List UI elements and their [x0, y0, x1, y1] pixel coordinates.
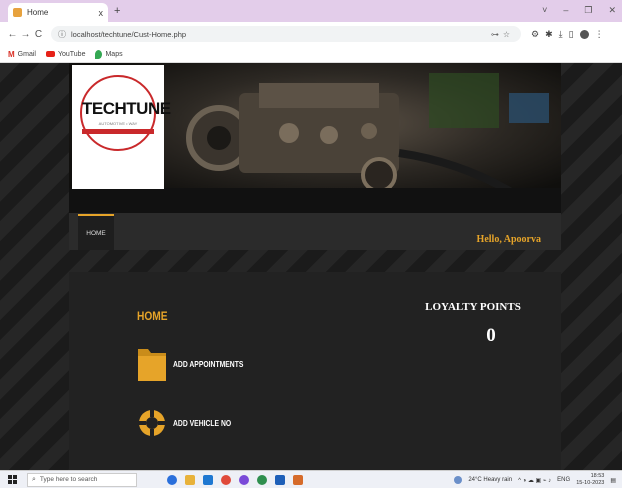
bookmark-youtube[interactable]: YouTube	[45, 50, 86, 58]
maps-icon	[95, 49, 103, 59]
xampp-icon[interactable]	[293, 474, 303, 485]
site-info-icon[interactable]: ⓘ	[58, 29, 66, 40]
download-icon[interactable]: ⤓	[559, 29, 563, 40]
profile-avatar[interactable]	[579, 29, 589, 39]
user-greeting: Hello, Apoorva	[476, 234, 541, 245]
loyalty-points-value: 0	[486, 325, 496, 346]
tab-close-icon[interactable]: x	[99, 8, 104, 18]
toolbar-icons: ⚙ ✱ ⤓ ▯ ⋮	[531, 29, 604, 40]
sidepanel-icon[interactable]: ▯	[569, 29, 574, 40]
tab-search-icon[interactable]: ˅	[542, 5, 547, 16]
vscode-icon[interactable]	[275, 474, 285, 485]
os-taskbar: ⌕ Type here to search 24°C Heavy rain ^ …	[0, 470, 622, 488]
favicon-icon	[13, 8, 22, 17]
nav-home-link[interactable]: HOME	[78, 214, 114, 250]
puzzle-icon[interactable]: ✱	[545, 29, 553, 40]
logo-text: TECHTUNE	[82, 99, 171, 118]
page-title: HOME	[137, 309, 168, 323]
notification-icon[interactable]: ▤	[610, 477, 616, 484]
header-banner: TECHTUNE AUTOMOTIVE • WAY	[69, 63, 561, 213]
taskbar-search-placeholder: Type here to search	[39, 476, 98, 483]
minimize-icon[interactable]: –	[563, 5, 568, 16]
bookmark-gmail[interactable]: M Gmail	[8, 50, 36, 59]
address-bar[interactable]: ⓘ localhost/techtune/Cust-Home.php ⊶☆	[51, 26, 521, 42]
weather-icon	[454, 476, 463, 484]
close-window-icon[interactable]: ✕	[608, 5, 616, 16]
back-icon[interactable]: ←	[6, 29, 19, 40]
url-text[interactable]: localhost/techtune/Cust-Home.php	[71, 30, 491, 39]
add-vehicle-button[interactable]: ADD VEHICLE NO	[137, 408, 246, 438]
taskbar-search[interactable]: ⌕ Type here to search	[27, 472, 137, 487]
logo[interactable]: TECHTUNE AUTOMOTIVE • WAY	[72, 65, 171, 189]
bookmark-maps[interactable]: Maps	[95, 49, 123, 59]
bookmark-label: YouTube	[57, 50, 86, 58]
search-icon: ⌕	[32, 475, 36, 483]
logo-red-bar	[82, 129, 154, 134]
forward-icon[interactable]: →	[19, 29, 32, 40]
logo-subtext: AUTOMOTIVE • WAY	[98, 121, 138, 126]
app-icon[interactable]	[239, 474, 249, 485]
screen: Home x + ˅ – ❐ ✕ ← → C ⓘ localhost/techt…	[0, 0, 622, 488]
clock[interactable]: 18:53 15-10-2023	[576, 473, 604, 487]
maximize-icon[interactable]: ❐	[584, 5, 592, 16]
browser-toolbar: ← → C ⓘ localhost/techtune/Cust-Home.php…	[0, 22, 622, 46]
gmail-icon: M	[8, 49, 15, 59]
language-indicator[interactable]: ENG	[557, 477, 570, 483]
bookmark-label: Gmail	[17, 50, 36, 58]
folder-icon	[138, 349, 166, 381]
browser-tab[interactable]: Home x	[8, 3, 108, 22]
loyalty-points-title: LOYALTY POINTS	[425, 301, 521, 313]
reload-icon[interactable]: C	[32, 29, 45, 40]
new-tab-button[interactable]: +	[114, 5, 120, 17]
youtube-icon	[45, 51, 55, 57]
omnibox-actions[interactable]: ⊶☆	[491, 30, 514, 39]
action-label: ADD VEHICLE NO	[173, 418, 232, 428]
file-explorer-icon[interactable]	[185, 474, 195, 485]
extension-icon[interactable]: ⚙	[531, 29, 539, 40]
clock-date: 15-10-2023	[576, 480, 605, 486]
action-label: ADD APPOINTMENTS	[173, 359, 244, 369]
clock-time: 18:53	[590, 473, 605, 479]
web-page: TECHTUNE AUTOMOTIVE • WAY HOME Hello, Ap…	[0, 63, 622, 470]
tab-title: Home	[27, 8, 49, 17]
menu-icon[interactable]: ⋮	[595, 29, 604, 40]
browser-tab-bar: Home x + ˅ – ❐ ✕	[0, 0, 622, 22]
bookmark-label: Maps	[105, 50, 123, 58]
tray-icons[interactable]: ^ ◑ ☁ ▣ ⌁ ♪	[518, 477, 551, 484]
add-appointments-button[interactable]: ADD APPOINTMENTS	[137, 344, 261, 384]
windows-start-icon[interactable]	[8, 475, 17, 484]
weather-text[interactable]: 24°C Heavy rain	[468, 477, 512, 483]
site-navbar: HOME Hello, Apoorva	[69, 213, 561, 250]
bookmarks-bar: M Gmail YouTube Maps	[0, 46, 622, 63]
cortana-icon[interactable]	[167, 474, 177, 485]
window-controls: ˅ – ❐ ✕	[542, 5, 616, 16]
chrome-icon[interactable]	[221, 474, 231, 485]
system-tray: 24°C Heavy rain ^ ◑ ☁ ▣ ⌁ ♪ ENG 18:53 15…	[454, 473, 616, 487]
store-icon[interactable]	[203, 474, 213, 485]
dashboard-panel: HOME ADD APPOINTMENTS ADD VEHICLE NO LOY…	[69, 272, 561, 470]
taskbar-apps	[167, 474, 303, 485]
lifebuoy-icon	[139, 410, 165, 436]
browser-app-icon[interactable]	[257, 474, 267, 485]
